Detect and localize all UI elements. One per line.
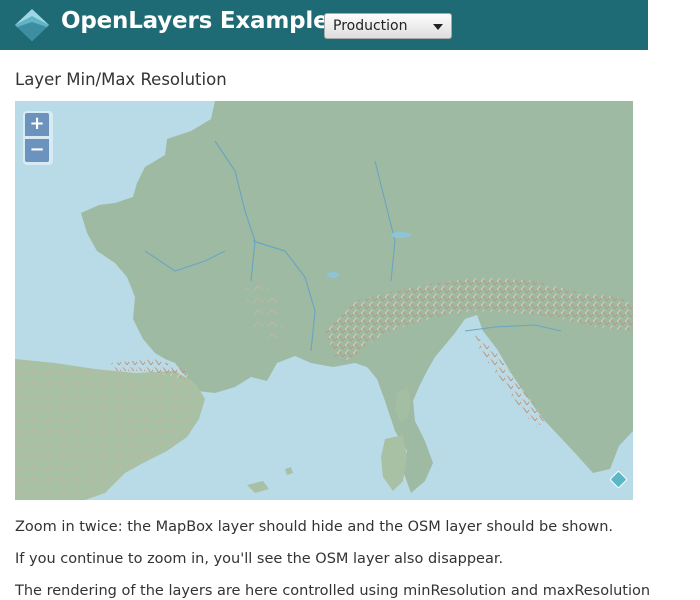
chevron-down-icon [433,24,443,30]
zoom-control: + − [23,111,53,165]
description-line-3: The rendering of the layers are here con… [15,583,651,599]
description-line-2: If you continue to zoom in, you'll see t… [15,551,504,567]
build-mode-select-value: Production [333,18,408,34]
page-title: Layer Min/Max Resolution [15,70,227,89]
zoom-in-button[interactable]: + [25,113,49,136]
relief-map-image [15,101,633,500]
build-mode-select[interactable]: Production [324,13,452,39]
app-brand-title[interactable]: OpenLayers Examples [61,8,342,34]
zoom-out-button[interactable]: − [25,139,49,162]
map-viewport[interactable] [15,101,633,500]
description-line-1: Zoom in twice: the MapBox layer should h… [15,519,614,535]
app-header: OpenLayers Examples Production [0,0,648,50]
openlayers-logo-icon[interactable] [14,8,50,42]
